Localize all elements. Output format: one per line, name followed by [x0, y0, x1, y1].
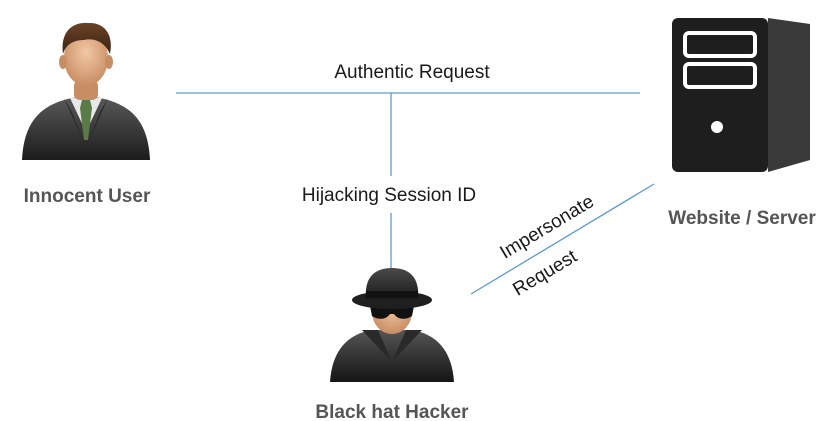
website-server-label: Website / Server: [668, 208, 816, 229]
session-hijacking-diagram: Innocent User Website / Server Black hat…: [22, 18, 816, 421]
impersonate-line: [470, 183, 655, 295]
innocent-user-label: Innocent User: [24, 186, 151, 207]
authentic-request-label: Authentic Request: [334, 62, 490, 83]
spy-hacker-icon: [330, 268, 454, 382]
black-hat-hacker-label: Black hat Hacker: [315, 402, 469, 421]
server-tower-icon: [672, 18, 810, 172]
businessman-icon: [22, 22, 150, 160]
hijacking-session-id-label: Hijacking Session ID: [302, 185, 476, 206]
